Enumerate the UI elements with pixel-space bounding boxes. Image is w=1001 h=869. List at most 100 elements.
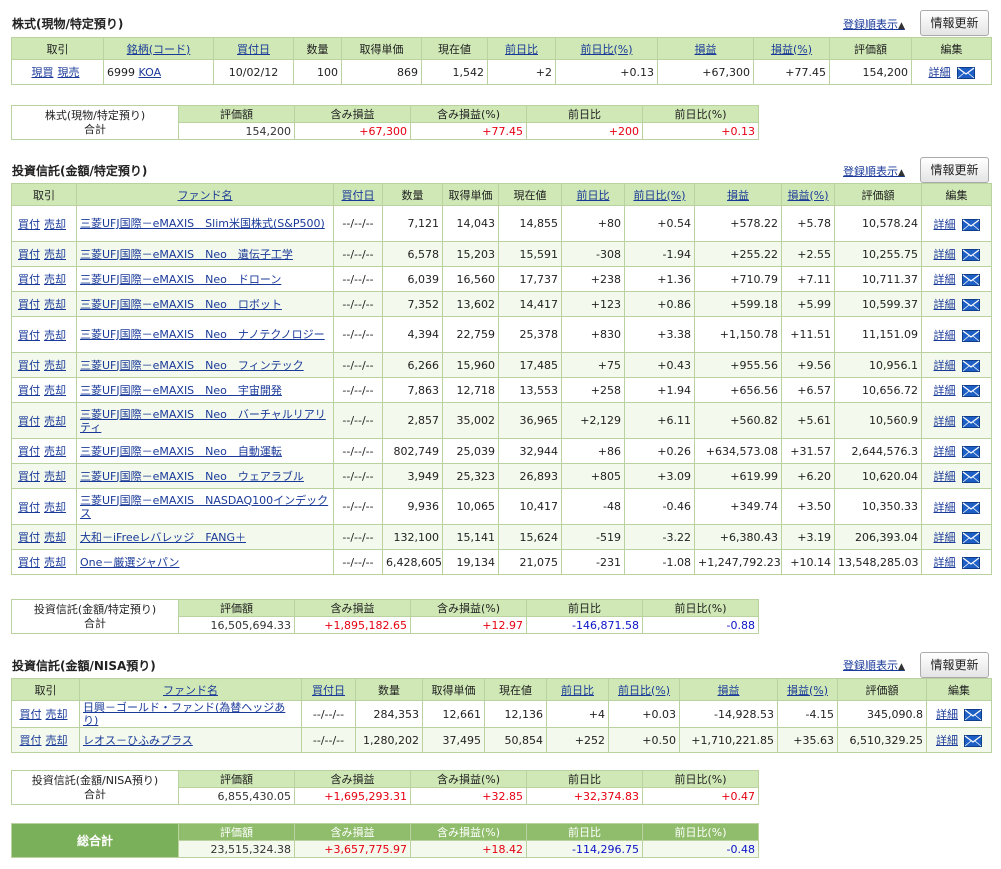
detail-link[interactable]: 詳細	[934, 445, 956, 458]
fund-name-link[interactable]: One－厳選ジャパン	[80, 556, 179, 569]
fund-name-link[interactable]: 三菱UFJ国際－eMAXIS Slim米国株式(S&P500)	[80, 217, 325, 230]
buy-link[interactable]: 買付	[18, 470, 40, 483]
detail-link[interactable]: 詳細	[934, 384, 956, 397]
column-header[interactable]: 買付日	[333, 183, 383, 206]
buy-link[interactable]: 買付	[18, 415, 40, 428]
column-header[interactable]: 前日比	[487, 37, 556, 60]
mail-icon[interactable]	[961, 329, 980, 342]
buy-link[interactable]: 買付	[20, 708, 42, 721]
mail-icon[interactable]	[961, 299, 980, 311]
sell-link[interactable]: 現売	[58, 66, 80, 79]
column-header[interactable]: 前日比(%)	[624, 183, 695, 206]
mail-icon[interactable]	[964, 709, 982, 721]
buy-link[interactable]: 買付	[18, 329, 40, 342]
fund-name-link[interactable]: 三菱UFJ国際－eMAXIS Neo ロボット	[80, 298, 282, 311]
sell-link[interactable]: 売却	[44, 298, 66, 311]
buy-link[interactable]: 買付	[18, 298, 40, 311]
column-header[interactable]: 損益	[694, 183, 782, 206]
detail-link[interactable]: 詳細	[936, 708, 958, 721]
mail-icon[interactable]	[961, 446, 980, 458]
buy-link[interactable]: 買付	[18, 384, 40, 397]
detail-link[interactable]: 詳細	[934, 248, 956, 261]
mail-icon[interactable]	[964, 735, 982, 747]
mail-icon[interactable]	[961, 385, 980, 397]
mail-icon[interactable]	[961, 532, 980, 544]
fund-tokutei-sort-link[interactable]: 登録順表示▲	[843, 163, 905, 179]
column-header[interactable]: 損益	[657, 37, 754, 60]
fund-name-link[interactable]: 大和－iFreeレバレッジ FANG＋	[80, 531, 246, 544]
fund-name-link[interactable]: 三菱UFJ国際－eMAXIS Neo バーチャルリアリティ	[80, 408, 326, 434]
mail-icon[interactable]	[961, 249, 980, 261]
sell-link[interactable]: 売却	[46, 734, 68, 747]
stock-refresh-button[interactable]: 情報更新	[920, 10, 989, 36]
mail-icon[interactable]	[961, 360, 980, 372]
column-header[interactable]: 損益(%)	[777, 678, 838, 701]
detail-link[interactable]: 詳細	[934, 415, 956, 428]
detail-link[interactable]: 詳細	[929, 66, 951, 79]
detail-link[interactable]: 詳細	[934, 556, 956, 569]
fund-name-link[interactable]: 日興－ゴールド・ファンド(為替ヘッジあり)	[83, 702, 285, 727]
mail-icon[interactable]	[961, 557, 980, 569]
column-header[interactable]: 買付日	[301, 678, 356, 701]
mail-icon[interactable]	[961, 471, 980, 483]
fund-name-link[interactable]: 三菱UFJ国際－eMAXIS Neo フィンテック	[80, 359, 304, 372]
fund-name-link[interactable]: 三菱UFJ国際－eMAXIS NASDAQ100インデックス	[80, 494, 328, 520]
sell-link[interactable]: 売却	[44, 329, 66, 342]
fund-name-link[interactable]: 三菱UFJ国際－eMAXIS Neo 宇宙開発	[80, 384, 282, 397]
buy-link[interactable]: 買付	[18, 445, 40, 458]
buy-link[interactable]: 買付	[18, 273, 40, 286]
sell-link[interactable]: 売却	[44, 273, 66, 286]
fund-tokutei-refresh-button[interactable]: 情報更新	[920, 157, 989, 183]
detail-link[interactable]: 詳細	[934, 329, 956, 342]
detail-link[interactable]: 詳細	[934, 273, 956, 286]
sell-link[interactable]: 売却	[44, 384, 66, 397]
buy-link[interactable]: 買付	[18, 501, 40, 514]
fund-name-link[interactable]: レオス－ひふみプラス	[83, 734, 193, 747]
sell-link[interactable]: 売却	[44, 218, 66, 231]
sell-link[interactable]: 売却	[44, 470, 66, 483]
sell-link[interactable]: 売却	[46, 708, 68, 721]
mail-icon[interactable]	[961, 501, 980, 514]
mail-icon[interactable]	[961, 274, 980, 286]
detail-link[interactable]: 詳細	[934, 470, 956, 483]
detail-link[interactable]: 詳細	[934, 501, 956, 514]
detail-link[interactable]: 詳細	[934, 531, 956, 544]
buy-link[interactable]: 買付	[18, 248, 40, 261]
fund-name-link[interactable]: 三菱UFJ国際－eMAXIS Neo ナノテクノロジー	[80, 328, 325, 341]
detail-link[interactable]: 詳細	[934, 298, 956, 311]
sell-link[interactable]: 売却	[44, 359, 66, 372]
detail-link[interactable]: 詳細	[936, 734, 958, 747]
mail-icon[interactable]	[961, 218, 980, 231]
buy-link[interactable]: 買付	[18, 531, 40, 544]
detail-link[interactable]: 詳細	[934, 218, 956, 231]
column-header[interactable]: 買付日	[213, 37, 294, 60]
fund-name-link[interactable]: 三菱UFJ国際－eMAXIS Neo 遺伝子工学	[80, 248, 293, 261]
column-header[interactable]: 銘柄(コード)	[103, 37, 214, 60]
column-header[interactable]: ファンド名	[79, 678, 302, 701]
detail-link[interactable]: 詳細	[934, 359, 956, 372]
sell-link[interactable]: 売却	[44, 415, 66, 428]
sell-link[interactable]: 売却	[44, 248, 66, 261]
column-header[interactable]: 損益(%)	[781, 183, 835, 206]
stock-name-link[interactable]: KOA	[139, 66, 162, 79]
buy-link[interactable]: 現買	[32, 66, 54, 79]
column-header[interactable]: 損益(%)	[753, 37, 830, 60]
column-header[interactable]: 前日比(%)	[555, 37, 658, 60]
column-header[interactable]: 前日比	[546, 678, 609, 701]
fund-name-link[interactable]: 三菱UFJ国際－eMAXIS Neo ウェアラブル	[80, 470, 304, 483]
buy-link[interactable]: 買付	[18, 556, 40, 569]
sell-link[interactable]: 売却	[44, 531, 66, 544]
fund-name-link[interactable]: 三菱UFJ国際－eMAXIS Neo ドローン	[80, 273, 281, 286]
fund-nisa-sort-link[interactable]: 登録順表示▲	[843, 657, 905, 673]
stock-sort-link[interactable]: 登録順表示▲	[843, 16, 905, 32]
column-header[interactable]: 前日比	[561, 183, 625, 206]
sell-link[interactable]: 売却	[44, 445, 66, 458]
sell-link[interactable]: 売却	[44, 501, 66, 514]
sell-link[interactable]: 売却	[44, 556, 66, 569]
buy-link[interactable]: 買付	[20, 734, 42, 747]
column-header[interactable]: 損益	[679, 678, 778, 701]
mail-icon[interactable]	[961, 415, 980, 428]
buy-link[interactable]: 買付	[18, 359, 40, 372]
column-header[interactable]: 前日比(%)	[608, 678, 680, 701]
fund-name-link[interactable]: 三菱UFJ国際－eMAXIS Neo 自動運転	[80, 445, 282, 458]
